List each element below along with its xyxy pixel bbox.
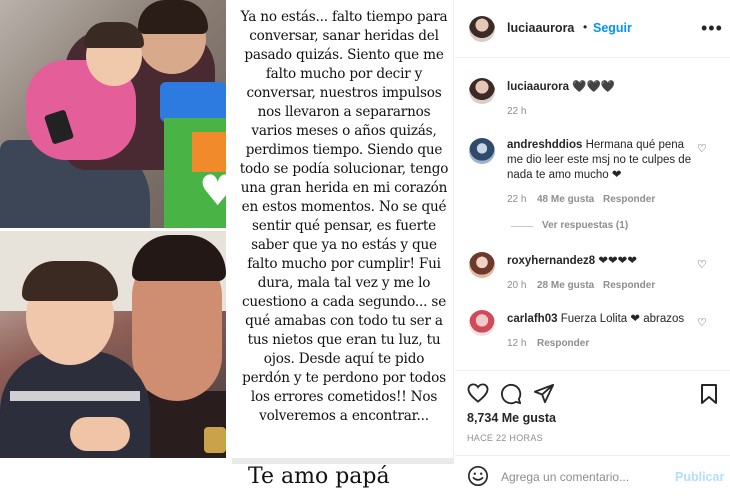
comment-username[interactable]: andreshddios <box>507 139 582 151</box>
add-comment-bar: Publicar <box>455 455 730 496</box>
reply-button[interactable]: Responder <box>603 194 655 205</box>
caption-avatar[interactable] <box>469 78 495 104</box>
comment-username[interactable]: roxyhernandez8 <box>507 255 595 267</box>
photo-child-stripe <box>10 391 140 401</box>
reply-button[interactable]: Responder <box>603 280 655 291</box>
post-header: luciaaurora • Seguir ••• <box>455 0 730 58</box>
view-replies-button[interactable]: Ver respuestas (1) <box>542 220 628 231</box>
caption-username[interactable]: luciaaurora <box>507 81 569 93</box>
comment-likes[interactable]: 28 Me gusta <box>537 280 594 291</box>
comment-bubble-icon[interactable] <box>500 383 522 405</box>
publish-button[interactable]: Publicar <box>675 470 724 484</box>
save-bookmark-icon[interactable] <box>700 383 718 405</box>
photo-girl-hair <box>84 22 144 48</box>
reply-button[interactable]: Responder <box>537 338 589 349</box>
comment-avatar[interactable] <box>469 310 495 336</box>
photo-toy-blue <box>160 82 226 122</box>
footer-phrase-text: Te amo papá <box>248 464 390 489</box>
comment-item: roxyhernandez8 ❤❤❤❤ <box>507 254 697 269</box>
comment-text: Fuerza Lolita ❤ abrazos <box>560 313 685 325</box>
comment-avatar[interactable] <box>469 252 495 278</box>
comment-item: carlafh03 Fuerza Lolita ❤ abrazos <box>507 312 697 327</box>
photo-child-hair <box>22 261 118 301</box>
header-separator: • <box>583 20 588 34</box>
emoji-icon[interactable] <box>467 465 489 487</box>
photo-man-hair <box>138 0 208 34</box>
post-media[interactable]: ♥ Ya no estás... falto tiempo para conve… <box>0 0 454 494</box>
more-options-icon[interactable]: ••• <box>701 18 723 39</box>
comments-list[interactable]: luciaaurora 🖤🖤🖤 22 h andreshddios Herman… <box>455 58 730 370</box>
comment-username[interactable]: carlafh03 <box>507 313 558 325</box>
comment-time: 12 h <box>507 338 527 349</box>
like-comment-heart-icon[interactable]: ♡ <box>697 142 708 155</box>
media-bottom-strip <box>0 458 226 494</box>
share-paper-plane-icon[interactable] <box>533 383 555 405</box>
instagram-post-view: ♥ Ya no estás... falto tiempo para conve… <box>0 0 730 494</box>
likes-count[interactable]: 8,734 Me gusta <box>467 411 556 425</box>
photo-father-daughter: ♥ <box>0 0 226 228</box>
white-heart-icon: ♥ <box>199 166 226 215</box>
comment-text: ❤❤❤❤ <box>598 255 637 267</box>
comment-time: 22 h <box>507 194 527 205</box>
post-letter-text: Ya no estás... falto tiempo para convers… <box>239 9 449 424</box>
post-actions: 8,734 Me gusta HACE 22 HORAS Publicar <box>455 370 730 495</box>
caption-text: 🖤🖤🖤 <box>572 81 616 93</box>
caption-time: 22 h <box>507 106 527 117</box>
like-comment-heart-icon[interactable]: ♡ <box>697 316 708 329</box>
comment-avatar[interactable] <box>469 138 495 164</box>
author-username[interactable]: luciaaurora <box>507 21 574 35</box>
photo-hands <box>70 417 130 451</box>
replies-divider <box>511 226 533 227</box>
photo-watch <box>204 427 226 453</box>
post-footer-phrase: Te amo papá <box>232 458 454 494</box>
caption: luciaaurora 🖤🖤🖤 <box>507 80 707 95</box>
post-time-ago[interactable]: HACE 22 HORAS <box>467 433 543 443</box>
comment-likes[interactable]: 48 Me gusta <box>537 194 594 205</box>
comment-input[interactable] <box>499 466 673 488</box>
comment-item: andreshddios Hermana qué pena me dio lee… <box>507 138 697 183</box>
comment-time: 20 h <box>507 280 527 291</box>
author-avatar[interactable] <box>469 16 495 42</box>
post-side-panel: luciaaurora • Seguir ••• luciaaurora 🖤🖤🖤… <box>455 0 730 494</box>
follow-button[interactable]: Seguir <box>593 21 632 35</box>
like-heart-icon[interactable] <box>467 383 489 403</box>
like-comment-heart-icon[interactable]: ♡ <box>697 258 708 271</box>
photo-grandfather-grandson <box>0 231 226 458</box>
